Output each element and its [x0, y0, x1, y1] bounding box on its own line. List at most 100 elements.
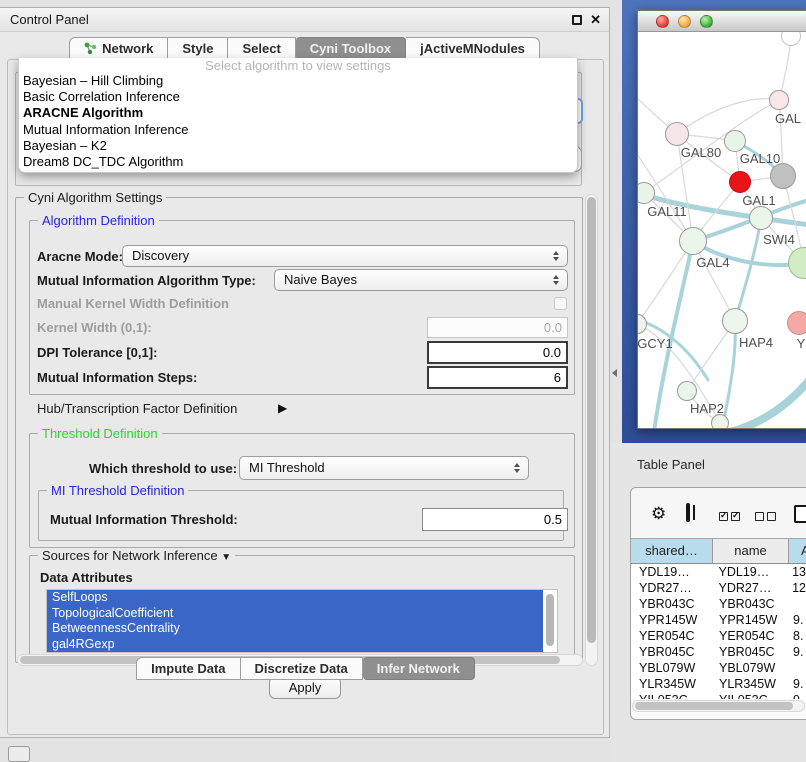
tab-infer-network[interactable]: Infer Network — [363, 657, 475, 680]
table-row[interactable]: YLR345WYLR345W9. — [631, 676, 806, 692]
table-row[interactable]: YBR045CYBR045C9. — [631, 644, 806, 660]
table-panel-title: Table Panel — [637, 457, 705, 472]
top-tab-strip: Network Style Select Cyni Toolbox jActiv… — [0, 37, 609, 60]
control-panel-titlebar: Control Panel ✕ — [0, 8, 609, 32]
tab-label: Impute Data — [151, 661, 225, 676]
table-row[interactable]: YBR043CYBR043C — [631, 596, 806, 612]
mi-algorithm-type-combobox[interactable]: Naive Bayes — [274, 269, 568, 291]
network-node[interactable] — [729, 171, 751, 193]
node-label: GAL — [775, 111, 801, 126]
attribute-list-item[interactable]: TopologicalCoefficient — [47, 606, 543, 622]
tab-discretize-data[interactable]: Discretize Data — [241, 657, 363, 680]
table-header-row: shared… name A — [631, 538, 806, 564]
tab-impute-data[interactable]: Impute Data — [136, 657, 240, 680]
table-row[interactable]: YDL19…YDL19…13 — [631, 564, 806, 580]
scrollbar-thumb[interactable] — [587, 197, 596, 643]
table-cell: YLR345W — [631, 676, 713, 692]
algorithm-option[interactable]: Mutual Information Inference — [19, 122, 577, 138]
table-cell: YBR045C — [713, 644, 789, 660]
list-scrollbar[interactable] — [546, 594, 554, 646]
network-node[interactable] — [769, 90, 789, 110]
table-row[interactable]: YBL079WYBL079W — [631, 660, 806, 676]
column-header-shared-name[interactable]: shared… — [631, 539, 713, 563]
aracne-mode-combobox[interactable]: Discovery — [122, 245, 568, 267]
combobox-value: Discovery — [132, 248, 189, 263]
tab-label: jActiveMNodules — [420, 41, 525, 56]
tab-style[interactable]: Style — [168, 37, 228, 60]
attribute-list-item[interactable]: gal4RGexp — [47, 637, 543, 653]
kernel-width-field[interactable]: 0.0 — [427, 317, 568, 338]
algorithm-option[interactable]: Basic Correlation Inference — [19, 89, 577, 105]
column-header-name[interactable]: name — [713, 539, 789, 563]
table-row[interactable]: YDR27…YDR27…12 — [631, 580, 806, 596]
gear-icon[interactable]: ⚙ — [651, 505, 666, 522]
tab-label: Discretize Data — [255, 661, 348, 676]
mi-steps-label: Mutual Information Steps: — [37, 370, 197, 385]
network-node[interactable] — [665, 122, 689, 146]
network-node[interactable] — [679, 227, 707, 255]
panel-splitter-arrow-icon[interactable] — [612, 369, 617, 377]
network-node[interactable] — [722, 308, 748, 334]
network-node[interactable] — [677, 381, 697, 401]
network-canvas[interactable]: GALGAL80GAL10GAL1GAL11SWI4GAL4GCY1HAP4YH… — [638, 32, 806, 428]
table-row[interactable]: YER054CYER054C8. — [631, 628, 806, 644]
which-threshold-combobox[interactable]: MI Threshold — [239, 456, 529, 480]
mi-threshold-label: Mutual Information Threshold: — [50, 512, 238, 527]
close-traffic-light-icon[interactable] — [656, 15, 669, 28]
zoom-traffic-light-icon[interactable] — [700, 15, 713, 28]
algorithm-option[interactable]: Bayesian – Hill Climbing — [19, 73, 577, 89]
mi-steps-field[interactable]: 6 — [427, 366, 568, 389]
which-threshold-label: Which threshold to use: — [89, 461, 237, 476]
table-cell: 8. — [789, 628, 806, 644]
tab-label: Select — [242, 41, 280, 56]
tab-cyni-toolbox[interactable]: Cyni Toolbox — [296, 37, 406, 60]
table-cell: 9. — [789, 676, 806, 692]
group-title: Algorithm Definition — [38, 213, 159, 228]
close-icon[interactable]: ✕ — [590, 12, 601, 27]
network-window-titlebar[interactable] — [638, 11, 806, 32]
network-node[interactable] — [711, 414, 729, 428]
network-node[interactable] — [749, 206, 773, 230]
algorithm-option[interactable]: ARACNE Algorithm — [19, 105, 577, 121]
manual-kernel-width-checkbox[interactable] — [554, 297, 567, 310]
expand-arrow-icon[interactable]: ▶ — [278, 401, 287, 415]
select-all-columns-icon[interactable] — [719, 508, 743, 523]
table-horizontal-scrollbar[interactable] — [632, 700, 805, 712]
tab-network[interactable]: Network — [69, 37, 168, 60]
algorithm-option[interactable]: Bayesian – K2 — [19, 138, 577, 154]
table-cell: YDL19… — [713, 564, 789, 580]
table-cell: YBL079W — [713, 660, 789, 676]
network-edge — [730, 374, 806, 428]
network-view-window[interactable]: GALGAL80GAL10GAL1GAL11SWI4GAL4GCY1HAP4YH… — [637, 10, 806, 429]
table-cell: YPR145W — [713, 612, 789, 628]
spinner-arrows-icon — [553, 275, 559, 285]
network-node[interactable] — [770, 163, 796, 189]
deselect-all-columns-icon[interactable] — [755, 508, 779, 523]
tab-jactivemnodules[interactable]: jActiveMNodules — [406, 37, 540, 60]
network-node[interactable] — [787, 311, 806, 335]
column-header-partial[interactable]: A — [789, 539, 806, 563]
table-cell: YER054C — [713, 628, 789, 644]
table-row[interactable]: YIL052CYIL052C9 — [631, 692, 806, 699]
collapsed-panel-icon[interactable] — [8, 746, 30, 762]
minimize-traffic-light-icon[interactable] — [678, 15, 691, 28]
attribute-list-item[interactable]: BetweennessCentrality — [47, 621, 543, 637]
node-label: GAL80 — [681, 145, 721, 160]
table-row[interactable]: YPR145WYPR145W9. — [631, 612, 806, 628]
algorithm-option[interactable]: Dream8 DC_TDC Algorithm — [19, 154, 577, 170]
dpi-tolerance-field[interactable]: 0.0 — [427, 341, 568, 364]
columns-icon[interactable] — [686, 503, 690, 522]
network-node[interactable] — [724, 130, 746, 152]
attribute-list-item[interactable]: SelfLoops — [47, 590, 543, 606]
hub-definition-label: Hub/Transcription Factor Definition — [37, 401, 237, 416]
data-attributes-list[interactable]: SelfLoopsTopologicalCoefficientBetweenne… — [46, 589, 558, 653]
tab-select[interactable]: Select — [228, 37, 295, 60]
export-table-icon[interactable] — [794, 505, 806, 523]
settings-vertical-scrollbar[interactable] — [585, 194, 598, 666]
cyni-algorithm-settings-group: Cyni Algorithm Settings Algorithm Defini… — [15, 197, 583, 663]
float-window-icon[interactable] — [572, 15, 582, 25]
mi-threshold-field[interactable]: 0.5 — [422, 508, 568, 531]
scrollbar-thumb[interactable] — [635, 702, 793, 710]
node-label: HAP4 — [739, 335, 773, 350]
table-cell: YDR27… — [631, 580, 713, 596]
